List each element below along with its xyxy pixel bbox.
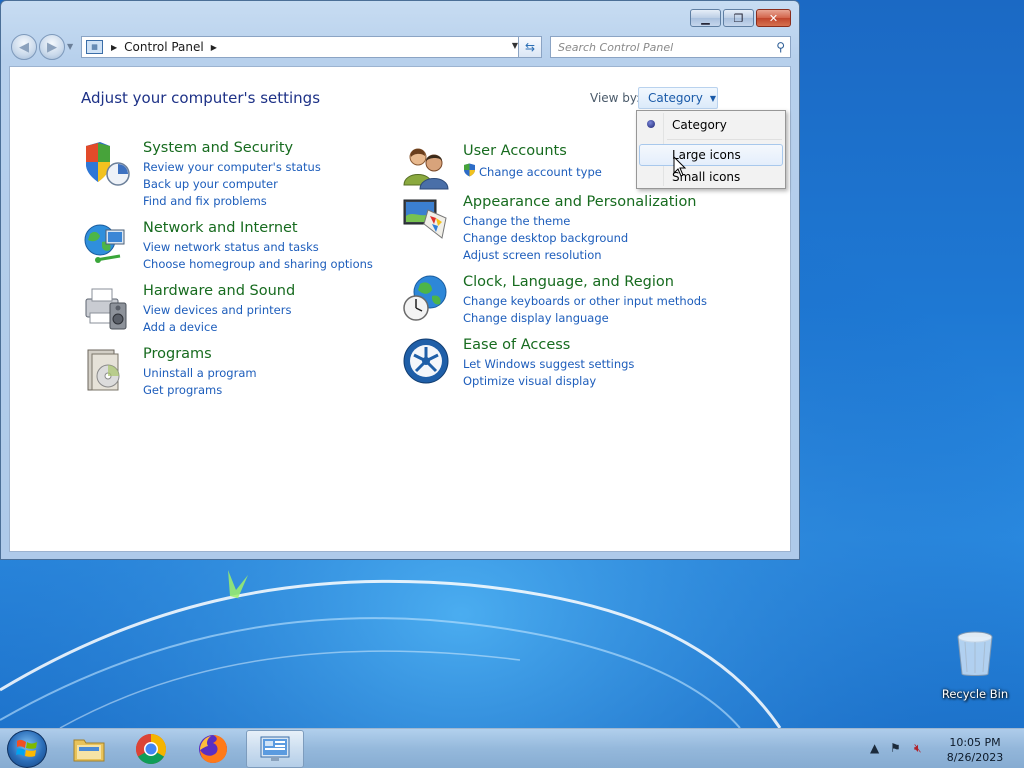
category-ease-of-access: Ease of Access Let Windows suggest setti…: [402, 337, 732, 389]
menu-item-category[interactable]: Category: [639, 114, 783, 136]
category-title[interactable]: User Accounts: [463, 143, 567, 159]
category-clock-language-region: Clock, Language, and Region Change keybo…: [402, 274, 732, 326]
taskbar-firefox[interactable]: [184, 730, 242, 768]
show-hidden-icons-button[interactable]: ▲: [870, 741, 879, 755]
close-icon: ✕: [768, 11, 779, 25]
radio-selected-icon: [647, 120, 655, 128]
close-button[interactable]: ✕: [756, 9, 791, 27]
start-button[interactable]: [7, 730, 47, 768]
address-bar[interactable]: ▦ ▶ Control Panel ▶ ▼: [81, 36, 525, 58]
menu-item-small-icons[interactable]: Small icons: [639, 166, 783, 188]
programs-icon[interactable]: [82, 346, 130, 394]
printer-icon[interactable]: [82, 283, 130, 331]
window-titlebar[interactable]: ▁ ❐ ✕: [1, 1, 799, 31]
category-link[interactable]: Review your computer's status: [143, 160, 321, 174]
view-by-dropdown[interactable]: Category ▼: [638, 87, 718, 109]
category-link[interactable]: Uninstall a program: [143, 366, 257, 380]
minimize-button[interactable]: ▁: [690, 9, 721, 27]
shield-icon[interactable]: [82, 140, 130, 188]
control-panel-icon: ▦: [86, 40, 103, 54]
category-programs: Programs Uninstall a program Get program…: [82, 346, 372, 397]
breadcrumb-control-panel[interactable]: Control Panel: [124, 40, 204, 54]
control-panel-window: ▁ ❐ ✕ ◀ ▶ ▼ ▦ ▶ Control Panel ▶ ▼ ⇆ Sear…: [0, 0, 800, 560]
category-title[interactable]: Clock, Language, and Region: [463, 274, 674, 290]
chevron-down-icon: ▼: [709, 93, 716, 103]
category-link[interactable]: Change desktop background: [463, 231, 628, 245]
recycle-bin-label: Recycle Bin: [941, 687, 1009, 701]
category-link[interactable]: Adjust screen resolution: [463, 248, 602, 262]
recycle-bin[interactable]: Recycle Bin: [940, 630, 1010, 701]
menu-item-label: Category: [672, 118, 727, 132]
chrome-icon: [135, 734, 167, 765]
menu-item-large-icons[interactable]: Large icons: [639, 144, 783, 166]
breadcrumb-separator-icon[interactable]: ▶: [211, 43, 217, 52]
address-row: ◀ ▶ ▼ ▦ ▶ Control Panel ▶ ▼ ⇆ Search Con…: [9, 34, 791, 60]
search-icon[interactable]: ⚲: [776, 40, 785, 54]
refresh-button[interactable]: ⇆: [518, 36, 542, 58]
minimize-icon: ▁: [701, 11, 710, 25]
category-title[interactable]: Network and Internet: [143, 220, 298, 236]
clock-date: 8/26/2023: [946, 751, 1004, 764]
category-link[interactable]: Change keyboards or other input methods: [463, 294, 707, 308]
category-link[interactable]: Change display language: [463, 311, 609, 325]
back-button[interactable]: ◀: [11, 34, 37, 60]
taskbar: ▲ ⚑ 🔇︎ 10:05 PM 8/26/2023: [0, 728, 1024, 768]
category-link[interactable]: View network status and tasks: [143, 240, 319, 254]
menu-separator: [667, 139, 782, 140]
folder-icon: [73, 739, 105, 762]
taskbar-windows-explorer[interactable]: [60, 730, 118, 768]
category-link[interactable]: Change the theme: [463, 214, 570, 228]
view-by-menu: Category Large icons Small icons: [636, 110, 786, 189]
uac-shield-icon: [464, 163, 475, 177]
category-hardware-sound: Hardware and Sound View devices and prin…: [82, 283, 372, 334]
category-link[interactable]: Optimize visual display: [463, 374, 596, 388]
category-link[interactable]: View devices and printers: [143, 303, 291, 317]
search-placeholder: Search Control Panel: [558, 40, 674, 54]
clock-globe-icon[interactable]: [402, 274, 450, 322]
recycle-bin-icon: [957, 631, 993, 676]
category-link[interactable]: Add a device: [143, 320, 217, 334]
firefox-icon: [199, 735, 227, 763]
taskbar-control-panel[interactable]: [246, 730, 304, 768]
category-title[interactable]: Ease of Access: [463, 337, 570, 353]
breadcrumb-separator-icon[interactable]: ▶: [111, 43, 117, 52]
category-link[interactable]: Choose homegroup and sharing options: [143, 257, 373, 271]
globe-network-icon[interactable]: [82, 220, 130, 268]
category-link[interactable]: Change account type: [479, 165, 602, 179]
category-system-security: System and Security Review your computer…: [82, 140, 372, 210]
category-link[interactable]: Back up your computer: [143, 177, 278, 191]
maximize-icon: ❐: [733, 11, 744, 25]
category-title[interactable]: Hardware and Sound: [143, 283, 295, 299]
taskbar-chrome[interactable]: [122, 730, 180, 768]
volume-muted-icon[interactable]: 🔇︎: [914, 741, 922, 756]
arrow-right-icon: ▶: [47, 39, 57, 55]
category-link[interactable]: Get programs: [143, 383, 222, 397]
search-input[interactable]: Search Control Panel ⚲: [550, 36, 791, 58]
ease-of-access-icon[interactable]: [402, 337, 450, 385]
maximize-button[interactable]: ❐: [723, 9, 754, 27]
category-title[interactable]: System and Security: [143, 140, 293, 156]
category-title[interactable]: Appearance and Personalization: [463, 194, 697, 210]
users-icon[interactable]: [402, 143, 450, 191]
view-by-label: View by:: [590, 91, 641, 105]
action-center-icon[interactable]: ⚑: [890, 741, 901, 755]
category-title[interactable]: Programs: [143, 346, 212, 362]
category-link[interactable]: Find and fix problems: [143, 194, 267, 208]
mouse-cursor-icon: [673, 156, 687, 177]
clock-time: 10:05 PM: [949, 736, 1001, 749]
appearance-icon[interactable]: [402, 194, 450, 242]
refresh-icon: ⇆: [524, 40, 536, 54]
view-by-value: Category: [648, 91, 703, 105]
control-panel-icon: [260, 736, 290, 761]
windows-logo-icon: [16, 739, 37, 757]
category-appearance: Appearance and Personalization Change th…: [402, 194, 732, 264]
recent-pages-dropdown[interactable]: ▼: [67, 42, 73, 51]
category-link[interactable]: Let Windows suggest settings: [463, 357, 634, 371]
system-clock[interactable]: 10:05 PM 8/26/2023: [940, 735, 1010, 765]
arrow-left-icon: ◀: [19, 39, 29, 55]
forward-button[interactable]: ▶: [39, 34, 65, 60]
category-network-internet: Network and Internet View network status…: [82, 220, 382, 271]
page-title: Adjust your computer's settings: [81, 89, 321, 107]
